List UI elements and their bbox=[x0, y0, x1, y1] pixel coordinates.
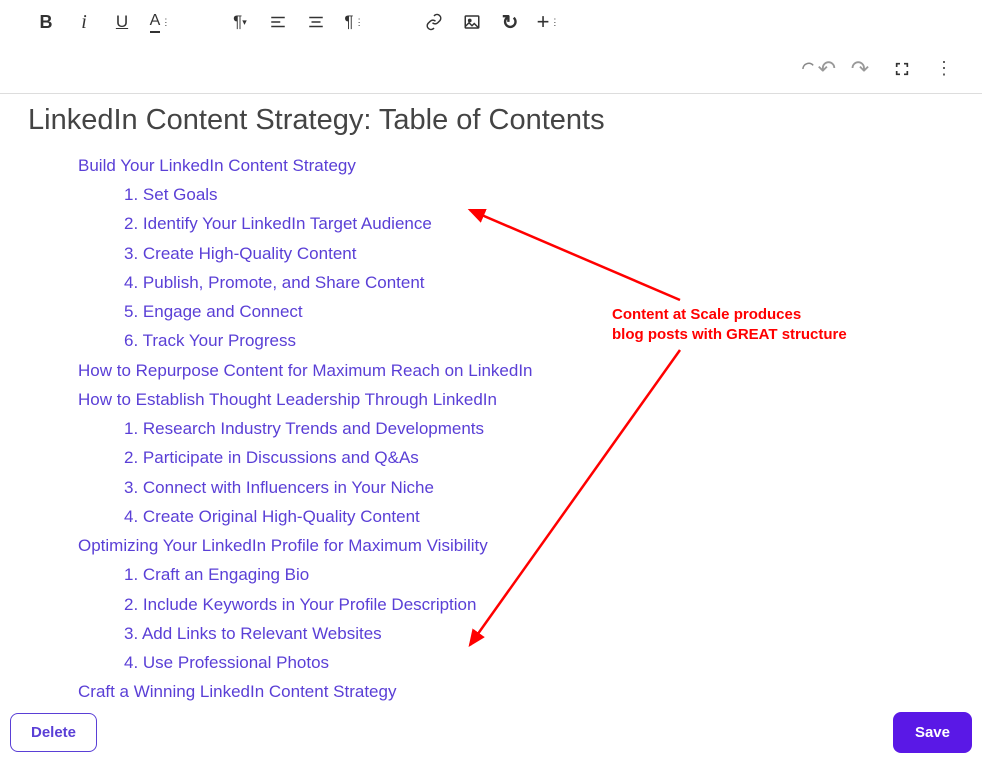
toc-section-link[interactable]: Craft a Winning LinkedIn Content Strateg… bbox=[78, 677, 954, 706]
toc-section-link[interactable]: Optimizing Your LinkedIn Profile for Max… bbox=[78, 531, 954, 560]
toc-sub-link[interactable]: 2. Participate in Discussions and Q&As bbox=[78, 443, 954, 472]
toc-sub-link[interactable]: 1. Research Industry Trends and Developm… bbox=[78, 414, 954, 443]
paragraph-format-button[interactable]: ¶▾ bbox=[222, 6, 258, 38]
fullscreen-icon[interactable] bbox=[884, 53, 920, 85]
text-color-button[interactable]: A⋮ bbox=[142, 6, 178, 38]
toc-sub-link[interactable]: 4. Create Original High-Quality Content bbox=[78, 502, 954, 531]
editor-toolbar: B i U A⋮ ¶▾ ¶⋮ ↻ +⋮ bbox=[0, 0, 982, 44]
toc-sub-link[interactable]: 4. Publish, Promote, and Share Content bbox=[78, 268, 954, 297]
paragraph-more-button[interactable]: ¶⋮ bbox=[336, 6, 372, 38]
toc-section-link[interactable]: How to Establish Thought Leadership Thro… bbox=[78, 385, 954, 414]
toc-section-link[interactable]: Build Your LinkedIn Content Strategy bbox=[78, 151, 954, 180]
page-title: LinkedIn Content Strategy: Table of Cont… bbox=[28, 104, 954, 137]
toc-sub-link[interactable]: 2. Include Keywords in Your Profile Desc… bbox=[78, 590, 954, 619]
undo-icon[interactable]: ↶ bbox=[800, 53, 836, 85]
underline-button[interactable]: U bbox=[104, 6, 140, 38]
toc-sub-link[interactable]: 1. Craft an Engaging Bio bbox=[78, 560, 954, 589]
align-center-button[interactable] bbox=[298, 6, 334, 38]
align-left-button[interactable] bbox=[260, 6, 296, 38]
editor-content[interactable]: LinkedIn Content Strategy: Table of Cont… bbox=[0, 94, 982, 706]
bold-button[interactable]: B bbox=[28, 6, 64, 38]
footer-actions: Delete Save bbox=[10, 712, 972, 753]
toc-sub-link[interactable]: 3. Create High-Quality Content bbox=[78, 239, 954, 268]
table-of-contents: Build Your LinkedIn Content Strategy1. S… bbox=[28, 151, 954, 706]
toc-sub-link[interactable]: 2. Identify Your LinkedIn Target Audienc… bbox=[78, 209, 954, 238]
italic-button[interactable]: i bbox=[66, 6, 102, 38]
secondary-toolbar: ↶ ↷ ⋮ bbox=[0, 44, 982, 94]
link-button[interactable] bbox=[416, 6, 452, 38]
save-button[interactable]: Save bbox=[893, 712, 972, 753]
toc-sub-link[interactable]: 3. Add Links to Relevant Websites bbox=[78, 619, 954, 648]
toc-sub-link[interactable]: 1. Set Goals bbox=[78, 180, 954, 209]
toc-sub-link[interactable]: 4. Use Professional Photos bbox=[78, 648, 954, 677]
toc-section-link[interactable]: How to Repurpose Content for Maximum Rea… bbox=[78, 356, 954, 385]
insert-more-button[interactable]: +⋮ bbox=[530, 6, 566, 38]
delete-button[interactable]: Delete bbox=[10, 713, 97, 752]
redo-button[interactable]: ↻ bbox=[492, 6, 528, 38]
toc-sub-link[interactable]: 3. Connect with Influencers in Your Nich… bbox=[78, 473, 954, 502]
more-options-icon[interactable]: ⋮ bbox=[926, 53, 962, 85]
image-button[interactable] bbox=[454, 6, 490, 38]
annotation-text: Content at Scale produces blog posts wit… bbox=[612, 305, 892, 344]
redo-icon[interactable]: ↷ bbox=[842, 53, 878, 85]
